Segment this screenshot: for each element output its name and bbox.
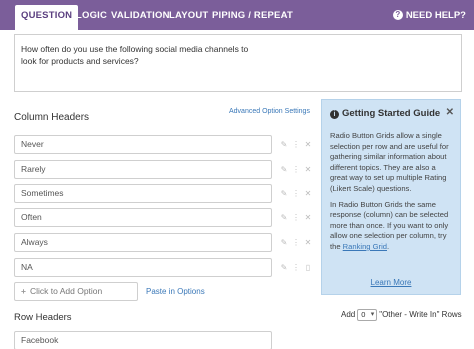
question-text-field[interactable]: How often do you use the following socia… [14, 34, 462, 92]
option-actions: ✎ ⋮ ▯ [278, 258, 316, 277]
trash-icon[interactable]: ▯ [302, 258, 314, 277]
write-in-rows-control: Add0"Other - Write In" Rows [341, 309, 462, 321]
option-actions: ✎ ⋮ ✕ [278, 208, 316, 227]
question-circle-icon: ? [392, 10, 403, 20]
close-icon[interactable]: ✕ [302, 233, 314, 252]
option-actions: ✎ ⋮ ✕ [278, 184, 316, 203]
column-option-input[interactable]: Rarely [14, 160, 272, 179]
row-headers-title: Row Headers [14, 312, 72, 323]
close-icon[interactable]: ✕ [302, 184, 314, 203]
row-option-input[interactable]: Facebook [14, 331, 272, 349]
getting-started-guide-panel: i Getting Started Guide ✕ Radio Button Gr… [321, 99, 461, 295]
column-option-input[interactable]: Often [14, 208, 272, 227]
column-option-input[interactable]: NA [14, 258, 272, 277]
question-text-line-2: look for products and services? [21, 56, 139, 66]
column-option-input[interactable]: Always [14, 233, 272, 252]
add-option-input[interactable]: + Click to Add Option [14, 282, 138, 301]
column-option-input[interactable]: Sometimes [14, 184, 272, 203]
drag-handle-icon[interactable]: ⋮ [290, 184, 302, 203]
guide-header: i Getting Started Guide ✕ [330, 107, 454, 126]
tab-validation[interactable]: VALIDATION [111, 7, 170, 30]
pencil-icon[interactable]: ✎ [278, 208, 290, 227]
question-text-line-1: How often do you use the following socia… [21, 44, 249, 54]
advanced-option-settings-link[interactable]: Advanced Option Settings [229, 108, 310, 115]
guide-title: Getting Started Guide [342, 108, 441, 119]
tab-piping-repeat[interactable]: PIPING / REPEAT [212, 7, 293, 30]
column-option-input[interactable]: Never [14, 135, 272, 154]
pencil-icon[interactable]: ✎ [278, 160, 290, 179]
write-in-count-select[interactable]: 0 [357, 309, 378, 321]
need-help-link[interactable]: ? NEED HELP? [392, 7, 466, 25]
ranking-grid-link[interactable]: Ranking Grid [343, 242, 387, 251]
option-actions: ✎ ⋮ ✕ [278, 135, 316, 154]
pencil-icon[interactable]: ✎ [278, 184, 290, 203]
drag-handle-icon[interactable]: ⋮ [290, 258, 302, 277]
learn-more-link[interactable]: Learn More [322, 278, 460, 287]
tab-logic[interactable]: LOGIC [76, 7, 107, 30]
close-icon[interactable]: ✕ [302, 208, 314, 227]
pencil-icon[interactable]: ✎ [278, 258, 290, 277]
paste-in-options-link[interactable]: Paste in Options [146, 287, 205, 296]
pencil-icon[interactable]: ✎ [278, 233, 290, 252]
column-headers-title: Column Headers [14, 112, 90, 123]
option-actions: ✎ ⋮ ✕ [278, 233, 316, 252]
drag-handle-icon[interactable]: ⋮ [290, 208, 302, 227]
pencil-icon[interactable]: ✎ [278, 135, 290, 154]
option-actions: ✎ ⋮ ✕ [278, 160, 316, 179]
drag-handle-icon[interactable]: ⋮ [290, 135, 302, 154]
guide-paragraph-1: Radio Button Grids allow a single select… [330, 131, 449, 193]
tab-layout[interactable]: LAYOUT [169, 7, 208, 30]
info-icon: i [330, 110, 339, 119]
drag-handle-icon[interactable]: ⋮ [290, 233, 302, 252]
close-icon[interactable]: ✕ [302, 160, 314, 179]
plus-icon: + [21, 286, 26, 296]
tab-question[interactable]: QUESTION [15, 5, 79, 30]
close-icon[interactable]: ✕ [446, 107, 454, 118]
top-tab-bar: QUESTION LOGIC VALIDATION LAYOUT PIPING … [0, 0, 474, 30]
drag-handle-icon[interactable]: ⋮ [290, 160, 302, 179]
close-icon[interactable]: ✕ [302, 135, 314, 154]
guide-paragraph-2: In Radio Button Grids the same response … [330, 199, 449, 251]
